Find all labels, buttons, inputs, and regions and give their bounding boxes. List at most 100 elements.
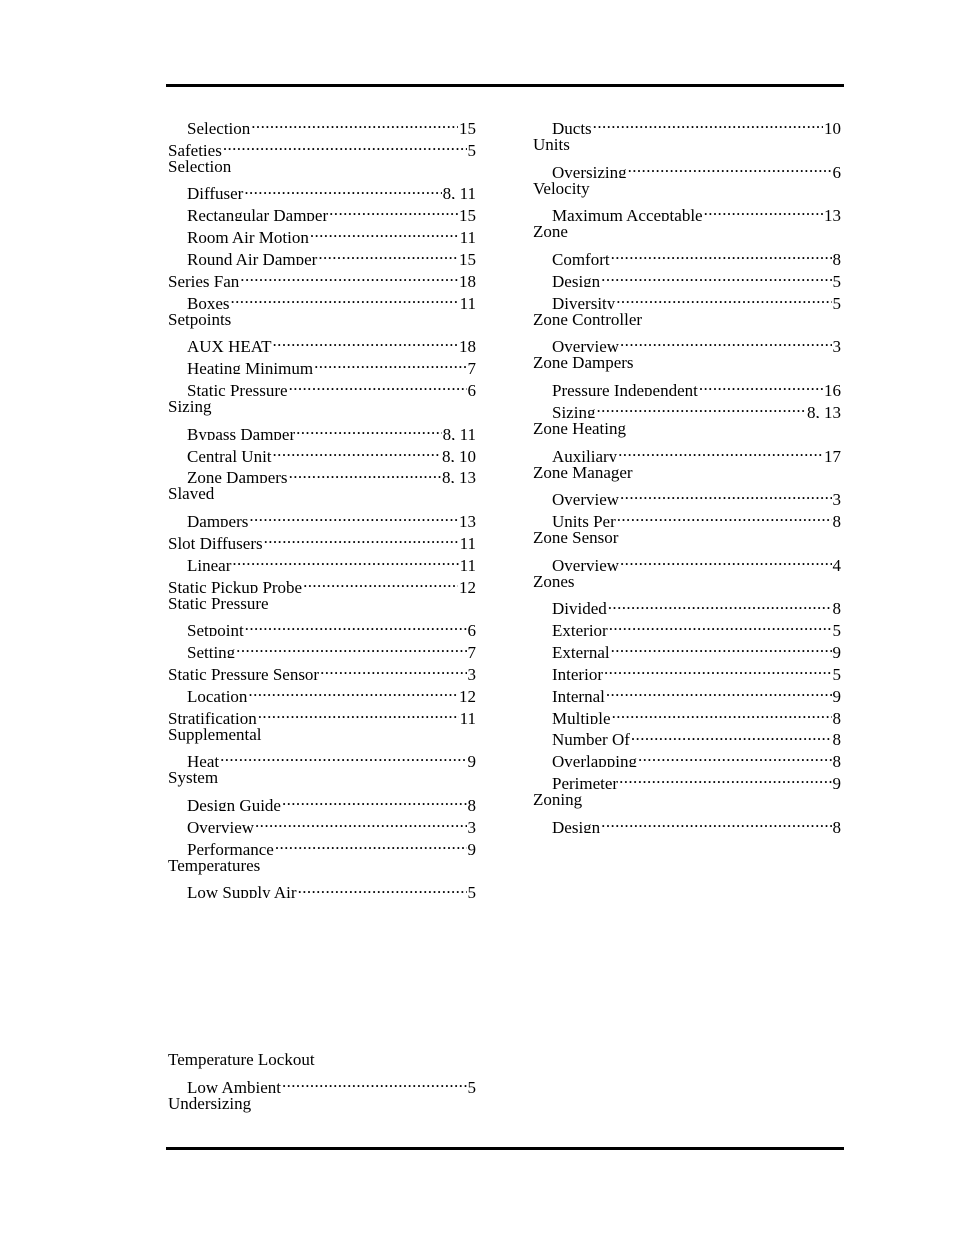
- index-entry: Design Guide 8: [168, 789, 476, 811]
- index-term: Stratification: [168, 708, 257, 724]
- page-number: 17: [824, 446, 841, 462]
- dot-leader: [303, 571, 458, 593]
- index-term: AUX HEAT: [187, 337, 272, 353]
- dot-leader: [244, 178, 441, 200]
- page-number: 11: [459, 533, 476, 549]
- dot-leader: [298, 877, 467, 899]
- index-term: Low Supply Air: [187, 883, 297, 899]
- index-term: Ducts: [552, 118, 592, 134]
- index-term: Auxiliary: [552, 446, 618, 462]
- index-entry: Round Air Damper 15: [168, 243, 476, 265]
- index-heading: Zone Sensor: [533, 527, 841, 549]
- dot-leader: [628, 156, 832, 178]
- index-entry: Maximum Acceptable 13: [533, 199, 841, 221]
- index-heading: Supplemental: [168, 724, 476, 746]
- dot-leader: [608, 593, 832, 615]
- index-entry: Linear 11: [168, 549, 476, 571]
- page-number: 4: [832, 555, 842, 571]
- index-term: Performance: [187, 839, 274, 855]
- index-term: Overview: [552, 337, 620, 353]
- dot-leader: [264, 527, 459, 549]
- index-term: Dampers: [187, 512, 249, 528]
- page-number: 5: [832, 621, 842, 637]
- index-term: Number Of: [552, 730, 630, 746]
- dot-leader: [289, 462, 441, 484]
- page-number: 11: [459, 228, 476, 244]
- index-column-left: Selection 15 Safeties 5 Selection Diffuser 8, …: [168, 112, 476, 898]
- index-term: Design: [552, 271, 601, 287]
- dot-leader: [612, 702, 832, 724]
- dot-leader: [638, 745, 832, 767]
- index-heading: Zone Dampers: [533, 352, 841, 374]
- footer-rule: [166, 1147, 844, 1150]
- index-term: Heating Minimum: [187, 359, 314, 375]
- dot-leader: [620, 330, 831, 352]
- page-number: 11: [459, 708, 476, 724]
- index-term: Setting: [187, 643, 236, 659]
- index-term: Location: [187, 686, 248, 702]
- index-entry: Zone Dampers 8, 13: [168, 462, 476, 484]
- index-entry: Location 12: [168, 680, 476, 702]
- index-entry: Stratification 11: [168, 702, 476, 724]
- index-entry: Perimeter 9: [533, 767, 841, 789]
- page-number: 7: [467, 359, 477, 375]
- dot-leader: [251, 112, 458, 134]
- index-term: Overview: [187, 817, 255, 833]
- page-number: 3: [832, 490, 842, 506]
- page-number: 15: [459, 118, 476, 134]
- page-number: 8, 10: [442, 446, 476, 462]
- page-number: 11: [459, 555, 476, 571]
- dot-leader: [220, 745, 466, 767]
- page-number: 9: [467, 752, 477, 768]
- index-term: Series Fan: [168, 271, 240, 287]
- index-term: Zone Sensor: [533, 528, 619, 548]
- page-number: 8, 11: [442, 184, 476, 200]
- index-term: Supplemental: [168, 724, 262, 744]
- index-term: Units: [533, 134, 570, 154]
- index-entry: Internal 9: [533, 680, 841, 702]
- index-heading: Zone Controller: [533, 309, 841, 331]
- page-number: 8: [832, 249, 842, 265]
- index-entry: Low Ambient 5: [168, 1071, 476, 1093]
- index-entry: Sizing 8, 13: [533, 396, 841, 418]
- page-number: 8, 13: [442, 468, 476, 484]
- index-term: System: [168, 768, 219, 788]
- index-heading: Zoning: [533, 789, 841, 811]
- index-term: Sizing: [168, 396, 212, 416]
- page-number: 11: [459, 293, 476, 309]
- index-term: Static Pickup Probe: [168, 577, 303, 593]
- index-term: Static Pressure Sensor: [168, 664, 320, 680]
- index-term: Zones: [533, 571, 575, 591]
- dot-leader: [596, 396, 806, 418]
- index-entry: Low Supply Air 5: [168, 877, 476, 899]
- index-entry: Heating Minimum 7: [168, 352, 476, 374]
- page-number: 8: [832, 708, 842, 724]
- dot-leader: [255, 811, 466, 833]
- page-number: 8: [832, 730, 842, 746]
- index-term: Heat: [187, 752, 220, 768]
- index-term: Selection: [187, 118, 251, 134]
- index-heading: Temperature Lockout: [168, 1049, 476, 1071]
- index-entry: Heat 9: [168, 745, 476, 767]
- index-column-right: Ducts10UnitsOversizing6VelocityMaximum A…: [533, 112, 841, 833]
- dot-leader: [310, 221, 459, 243]
- index-heading: System: [168, 767, 476, 789]
- page-number: 6: [467, 380, 477, 396]
- index-entry: Diversity 5: [533, 287, 841, 309]
- page-number: 3: [832, 337, 842, 353]
- page-number: 15: [459, 206, 476, 222]
- index-entry: Room Air Motion 11: [168, 221, 476, 243]
- dot-leader: [318, 243, 458, 265]
- dot-leader: [631, 724, 832, 746]
- page-number: 5: [467, 883, 477, 899]
- index-entry: Auxiliary 17: [533, 440, 841, 462]
- index-term: Comfort: [552, 249, 610, 265]
- page-number: 13: [824, 206, 841, 222]
- dot-leader: [245, 614, 467, 636]
- index-term: Pressure Independent: [552, 380, 698, 396]
- index-term: Perimeter: [552, 774, 619, 790]
- dot-leader: [248, 680, 458, 702]
- page-number: 8: [832, 817, 842, 833]
- index-entry: Static Pickup Probe 12: [168, 571, 476, 593]
- index-term: Slot Diffusers: [168, 533, 263, 549]
